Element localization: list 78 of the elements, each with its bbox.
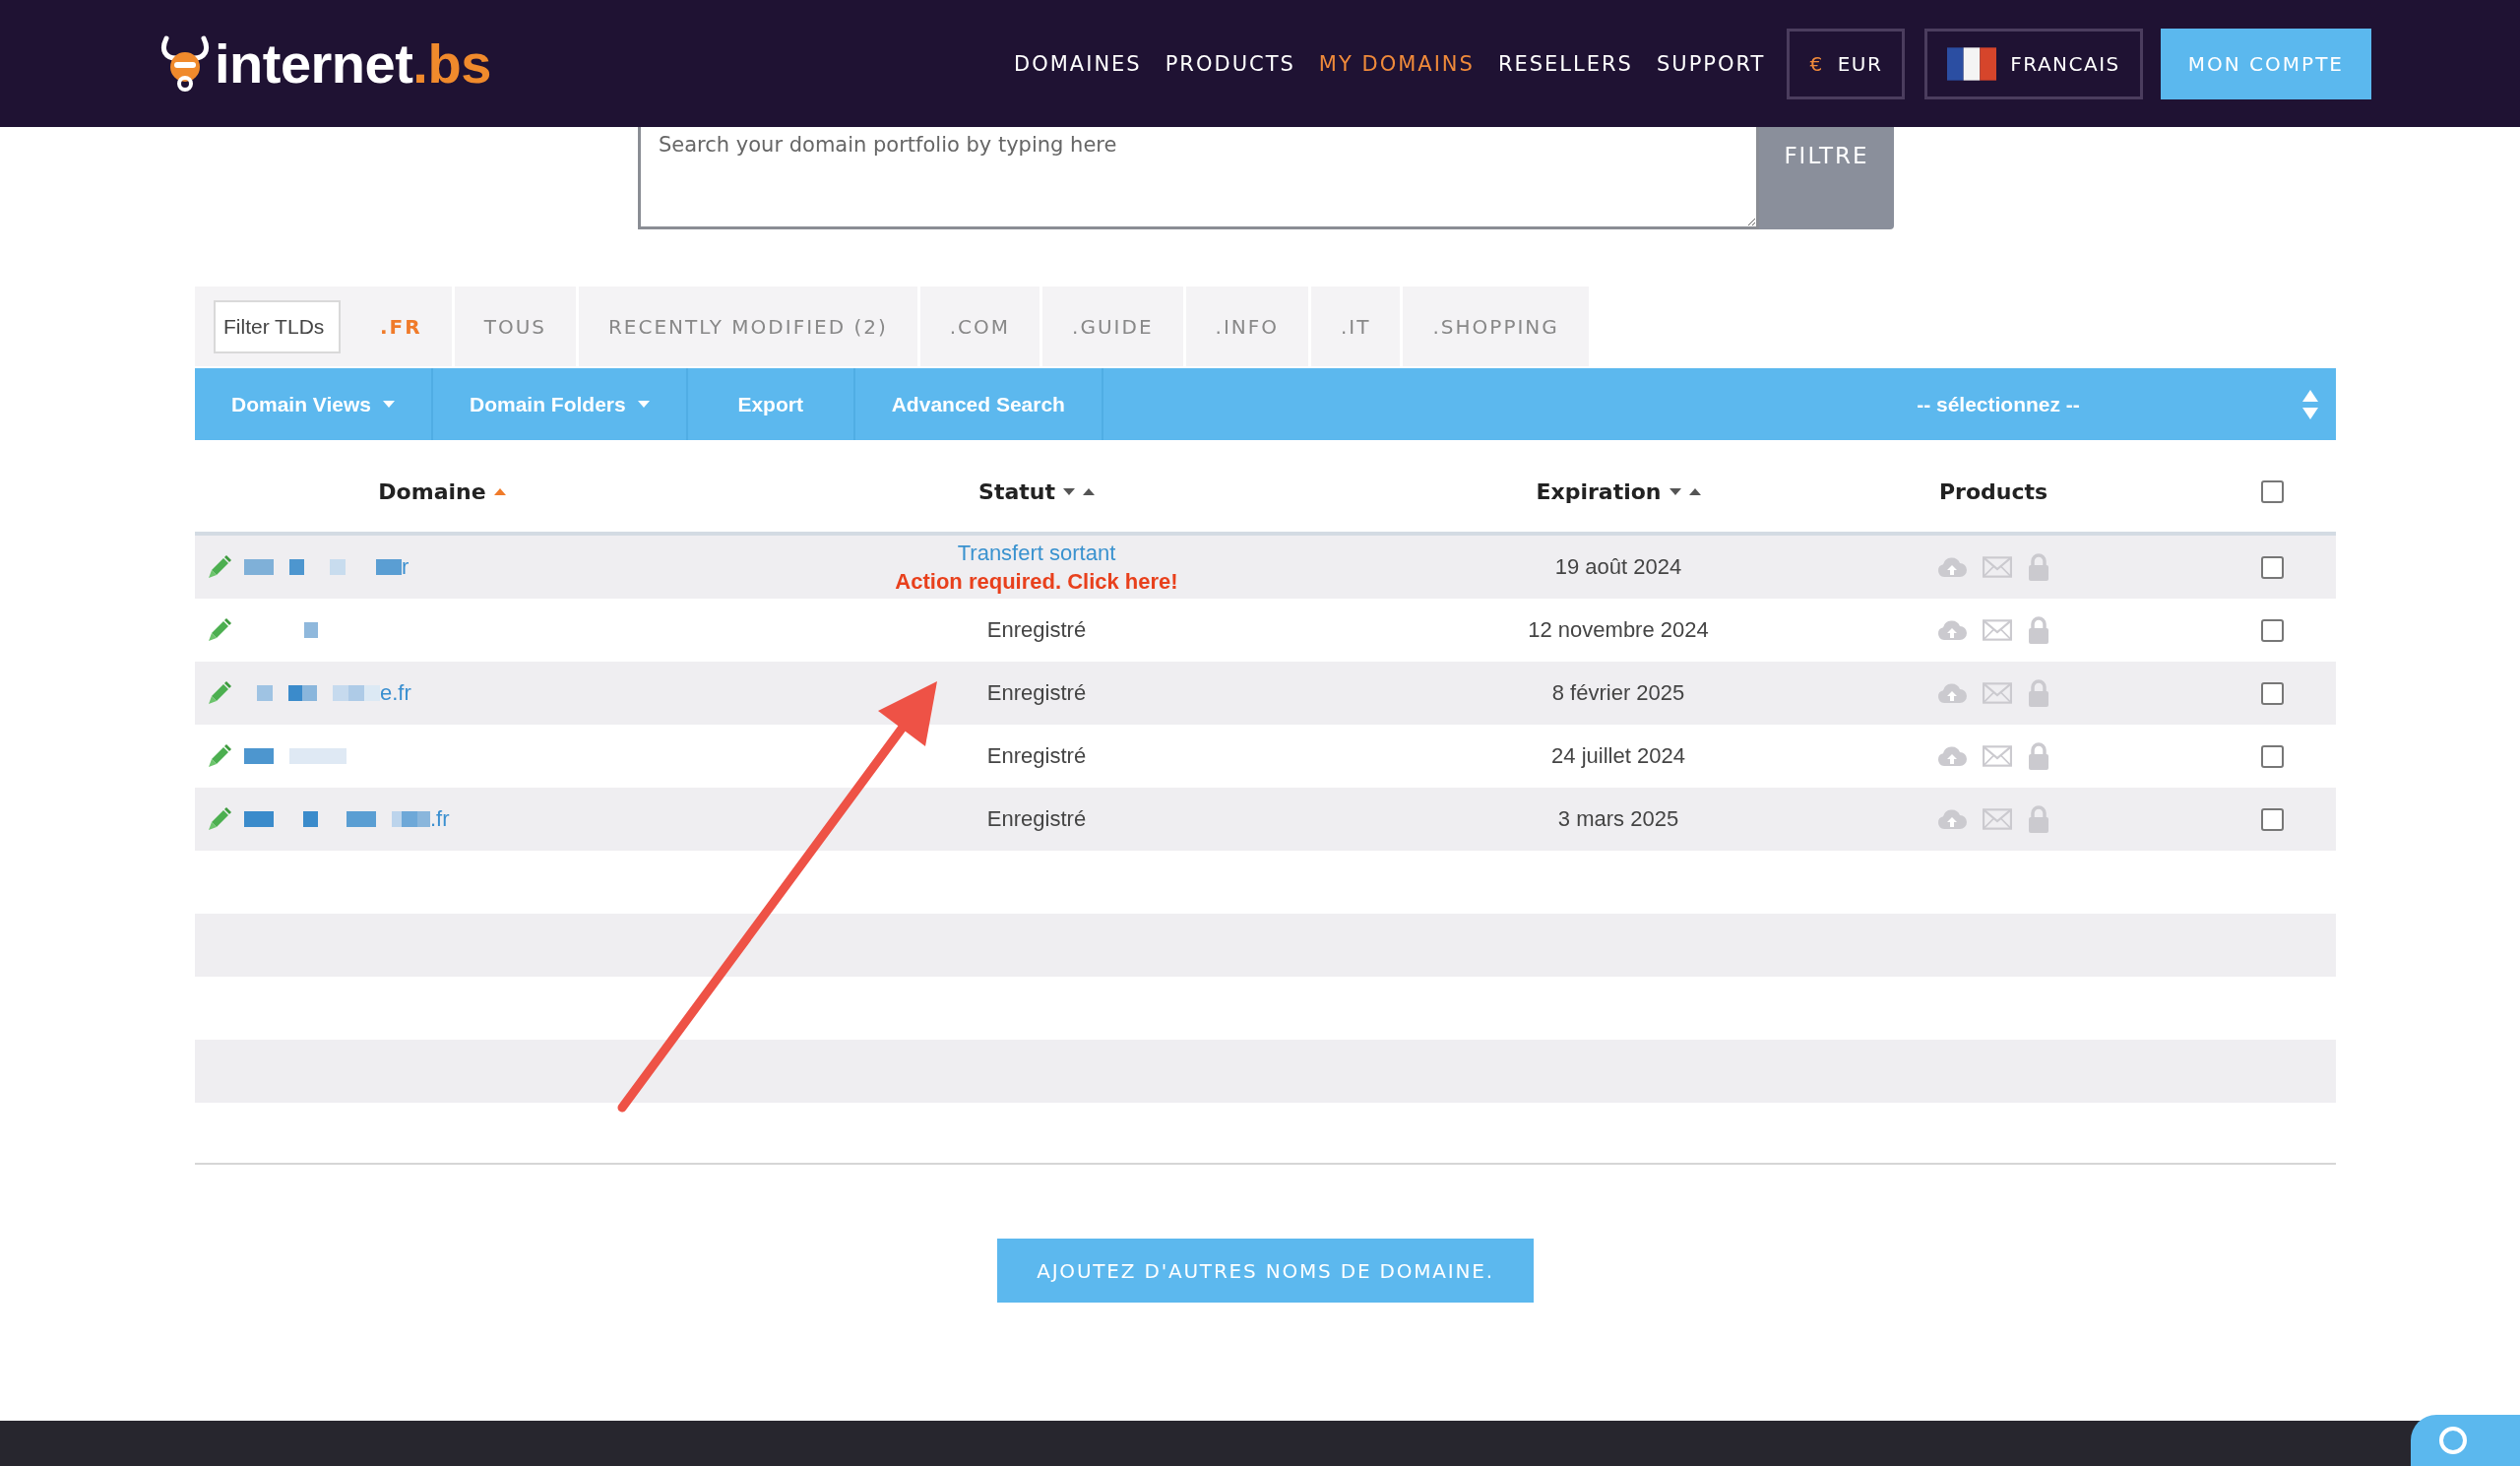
search-field[interactable]: Search your domain portfolio by typing here — [638, 127, 1759, 229]
currency-button[interactable]: € EUR — [1787, 28, 1906, 99]
column-header[interactable]: Statut — [978, 478, 1055, 504]
envelope-icon[interactable] — [1983, 618, 2012, 642]
padlock-icon[interactable] — [2028, 553, 2049, 581]
tld-tab[interactable]: .FR — [350, 287, 455, 366]
sort-descending-icon[interactable] — [1669, 487, 1681, 495]
domain-link[interactable]: .fr — [430, 806, 450, 832]
caret-icon — [637, 401, 650, 408]
nav-link[interactable]: DOMAINES — [1014, 51, 1142, 76]
pencil-edit-icon[interactable] — [206, 743, 231, 769]
chat-widget-button[interactable] — [2411, 1415, 2520, 1466]
tld-tab[interactable]: .INFO — [1185, 287, 1311, 366]
nav-link[interactable]: SUPPORT — [1656, 51, 1766, 76]
toolbar-button[interactable]: Advanced Search — [854, 368, 1103, 440]
add-domains-button[interactable]: AJOUTEZ D'AUTRES NOMS DE DOMAINE. — [997, 1239, 1534, 1303]
pencil-edit-icon[interactable] — [206, 680, 231, 706]
row-checkbox[interactable] — [2261, 618, 2284, 642]
toolbar-button[interactable]: Export — [687, 368, 855, 440]
expiration-date: 12 novembre 2024 — [1528, 617, 1709, 643]
row-checkbox[interactable] — [2261, 681, 2284, 705]
column-header: Products — [1938, 478, 2048, 504]
toolbar-button[interactable]: Domain Folders — [433, 368, 688, 440]
domain-link[interactable]: e.fr — [380, 680, 411, 706]
status-text: Enregistré — [986, 743, 1087, 769]
nav-link[interactable]: RESELLERS — [1497, 51, 1633, 76]
expiration-date: 19 août 2024 — [1554, 554, 1682, 580]
toolbar-button[interactable]: Domain Views — [195, 368, 433, 440]
pencil-edit-icon[interactable] — [206, 554, 231, 580]
account-button[interactable]: MON COMPTE — [2160, 28, 2371, 99]
french-flag-icon — [1947, 46, 1997, 81]
row-checkbox[interactable] — [2261, 744, 2284, 768]
row-checkbox[interactable] — [2261, 555, 2284, 579]
expiration-date: 3 mars 2025 — [1557, 806, 1679, 832]
cloud-upload-icon[interactable] — [1937, 681, 1967, 705]
select-dropdown[interactable]: -- sélectionnez -- — [1694, 368, 2336, 440]
envelope-icon[interactable] — [1983, 744, 2012, 768]
column-header[interactable]: Expiration — [1536, 478, 1662, 504]
status-text: Enregistré — [986, 680, 1087, 706]
envelope-icon[interactable] — [1983, 555, 2012, 579]
filter-button[interactable]: FILTRE — [1759, 127, 1894, 229]
sort-descending-icon[interactable] — [1062, 487, 1075, 495]
sort-ascending-icon[interactable] — [1688, 487, 1701, 495]
domain-link[interactable]: r — [402, 554, 410, 580]
row-checkbox[interactable] — [2261, 807, 2284, 831]
tld-tab[interactable]: .GUIDE — [1042, 287, 1186, 366]
padlock-icon[interactable] — [2028, 742, 2049, 770]
cloud-upload-icon[interactable] — [1937, 618, 1967, 642]
tld-tab[interactable]: RECENTLY MODIFIED (2) — [578, 287, 920, 366]
status-text: Enregistré — [986, 617, 1087, 643]
tld-filter-field[interactable]: Filter TLDs — [214, 299, 341, 353]
cloud-upload-icon[interactable] — [1937, 744, 1967, 768]
pencil-edit-icon[interactable] — [206, 806, 231, 832]
expiration-date: 8 février 2025 — [1551, 680, 1685, 706]
caret-icon — [383, 401, 395, 408]
padlock-icon[interactable] — [2028, 679, 2049, 707]
column-header[interactable]: Domaine — [378, 478, 486, 504]
status-text: Enregistré — [986, 806, 1087, 832]
status-link[interactable]: Transfert sortant — [957, 539, 1116, 567]
nav-link[interactable]: MY DOMAINS — [1318, 51, 1475, 76]
pencil-edit-icon[interactable] — [206, 617, 231, 643]
expiration-date: 24 juillet 2024 — [1551, 743, 1685, 769]
cloud-upload-icon[interactable] — [1937, 555, 1967, 579]
logo-wordmark[interactable]: internet.bs — [215, 32, 491, 96]
select-all-checkbox[interactable] — [2261, 479, 2284, 503]
padlock-icon[interactable] — [2028, 616, 2049, 644]
sort-ascending-icon[interactable] — [1082, 487, 1095, 495]
cloud-upload-icon[interactable] — [1937, 807, 1967, 831]
padlock-icon[interactable] — [2028, 805, 2049, 833]
nav-link[interactable]: PRODUCTS — [1165, 51, 1295, 76]
up-down-arrows-icon — [2302, 389, 2318, 419]
chat-ring-icon — [2438, 1426, 2468, 1455]
tld-tab[interactable]: TOUS — [454, 287, 579, 366]
language-button[interactable]: FRANCAIS — [1924, 28, 2143, 99]
tld-tab[interactable]: .SHOPPING — [1403, 287, 1592, 366]
envelope-icon[interactable] — [1983, 681, 2012, 705]
envelope-icon[interactable] — [1983, 807, 2012, 831]
action-required-link[interactable]: Action required. Click here! — [895, 567, 1178, 596]
